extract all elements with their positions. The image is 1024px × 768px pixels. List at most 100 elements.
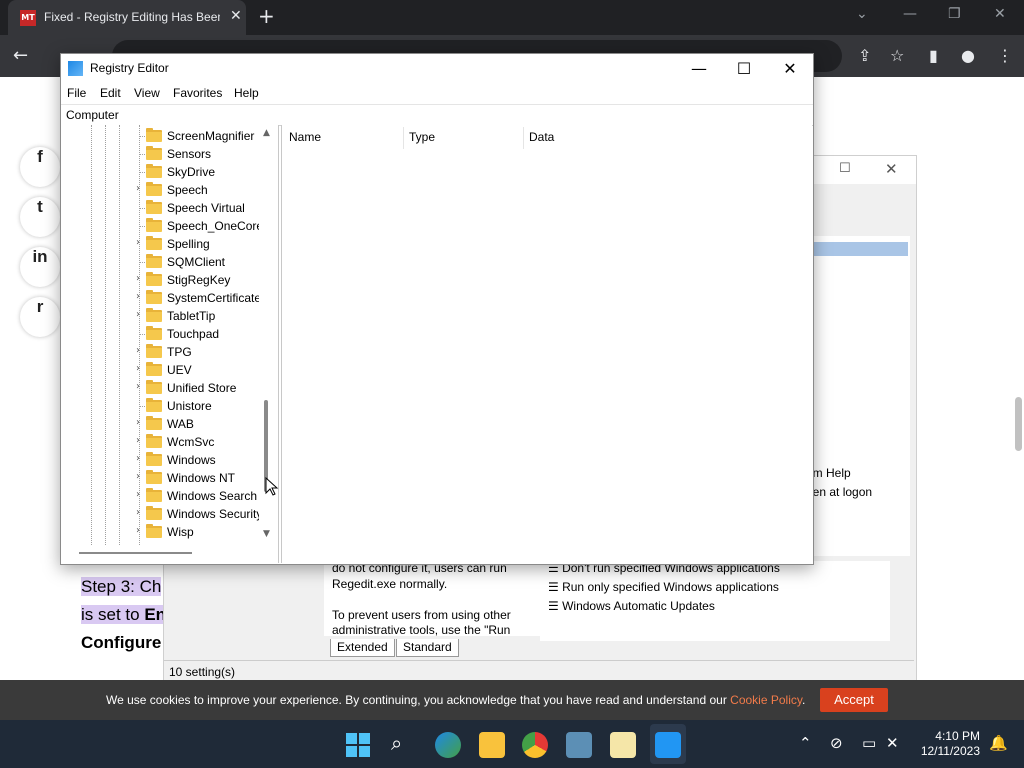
tree-item[interactable]: › StigRegKey — [61, 271, 261, 289]
scroll-up-icon[interactable]: ▲ — [263, 128, 270, 138]
tree-item[interactable]: Speech Virtual — [61, 199, 261, 217]
restore-icon[interactable]: ❐ — [948, 6, 961, 22]
facebook-share-icon[interactable]: f — [20, 147, 60, 187]
tree-horizontal-scrollbar[interactable] — [79, 552, 192, 554]
volume-muted-icon[interactable]: ✕ — [886, 734, 899, 752]
tree-item[interactable]: › Spelling — [61, 235, 261, 253]
twitter-share-icon[interactable]: t — [20, 197, 60, 237]
page-scrollbar-thumb[interactable] — [1015, 397, 1022, 451]
close-icon[interactable]: ✕ — [770, 58, 810, 80]
cookie-policy-link[interactable]: Cookie Policy — [730, 693, 802, 707]
tree-item[interactable]: Touchpad — [61, 325, 261, 343]
show-hidden-icons-chevron-icon[interactable]: ⌃ — [799, 734, 812, 752]
expand-chevron-icon[interactable]: › — [133, 489, 143, 500]
gp-maximize-icon[interactable]: ☐ — [839, 161, 851, 176]
tree-item[interactable]: › Wisp — [61, 523, 261, 541]
expand-chevron-icon[interactable]: › — [133, 345, 143, 356]
registry-address-bar[interactable]: Computer — [61, 104, 813, 126]
share-icon[interactable]: ⇪ — [858, 46, 871, 65]
expand-chevron-icon[interactable]: › — [133, 291, 143, 302]
expand-chevron-icon[interactable]: › — [133, 525, 143, 536]
tree-item[interactable]: › TPG — [61, 343, 261, 361]
column-divider[interactable] — [403, 127, 404, 149]
edge-icon[interactable] — [435, 732, 461, 758]
tree-item[interactable]: › WcmSvc — [61, 433, 261, 451]
minimize-icon[interactable]: — — [903, 6, 917, 22]
expand-chevron-icon[interactable]: › — [133, 237, 143, 248]
menu-favorites[interactable]: Favorites — [173, 86, 222, 100]
group-policy-app-icon[interactable] — [566, 732, 592, 758]
tree-item[interactable]: › WAB — [61, 415, 261, 433]
profile-icon[interactable]: ● — [961, 46, 975, 65]
maximize-icon[interactable]: ☐ — [724, 58, 764, 80]
menu-file[interactable]: File — [67, 86, 86, 100]
expand-chevron-icon[interactable]: › — [133, 417, 143, 428]
expand-chevron-icon[interactable]: › — [133, 273, 143, 284]
file-explorer-icon[interactable] — [479, 732, 505, 758]
expand-chevron-icon[interactable]: › — [133, 507, 143, 518]
notepad-icon[interactable] — [610, 732, 636, 758]
display-icon[interactable]: ▭ — [862, 734, 876, 752]
expand-chevron-icon[interactable]: › — [133, 183, 143, 194]
system-clock[interactable]: 4:10 PM 12/11/2023 — [918, 729, 980, 759]
expand-chevron-icon[interactable]: › — [133, 309, 143, 320]
browser-tab[interactable]: MT Fixed - Registry Editing Has Been Dis… — [8, 0, 246, 35]
side-panel-icon[interactable]: ▮ — [929, 46, 938, 65]
tree-item[interactable]: › UEV — [61, 361, 261, 379]
close-tab-icon[interactable]: ✕ — [230, 8, 242, 24]
tree-item[interactable]: › Windows NT — [61, 469, 261, 487]
tab-extended[interactable]: Extended — [330, 639, 395, 657]
expand-chevron-icon[interactable]: › — [133, 453, 143, 464]
folder-icon — [146, 416, 162, 430]
tree-item[interactable]: › Windows Search — [61, 487, 261, 505]
list-item[interactable]: ☰ Run only specified Windows application… — [548, 580, 779, 594]
registry-values-pane[interactable]: Name Type Data — [281, 125, 812, 563]
column-header-type[interactable]: Type — [409, 130, 435, 144]
chrome-icon[interactable] — [522, 732, 548, 758]
scroll-down-icon[interactable]: ▼ — [263, 529, 270, 539]
expand-chevron-icon[interactable]: › — [133, 435, 143, 446]
new-tab-button[interactable]: + — [258, 4, 275, 28]
network-icon[interactable]: ⊘ — [830, 734, 843, 752]
tree-item[interactable]: SkyDrive — [61, 163, 261, 181]
menu-help[interactable]: Help — [234, 86, 259, 100]
regedit-titlebar[interactable]: Registry Editor — ☐ ✕ — [61, 54, 813, 83]
column-divider[interactable] — [523, 127, 524, 149]
minimize-icon[interactable]: — — [679, 58, 719, 80]
notification-bell-icon[interactable]: 🔔 — [989, 734, 1008, 752]
reddit-share-icon[interactable]: r — [20, 297, 60, 337]
list-item[interactable]: ☰ Windows Automatic Updates — [548, 599, 715, 613]
expand-chevron-icon[interactable]: › — [133, 381, 143, 392]
gp-close-icon[interactable]: ✕ — [885, 160, 898, 178]
tree-item[interactable]: › SystemCertificates — [61, 289, 267, 307]
tree-item[interactable]: ScreenMagnifier — [61, 127, 261, 145]
tree-item-label: WAB — [167, 417, 194, 431]
windows-start-icon[interactable] — [346, 733, 370, 757]
expand-chevron-icon[interactable]: › — [133, 363, 143, 374]
menu-view[interactable]: View — [134, 86, 160, 100]
close-window-icon[interactable]: ✕ — [994, 6, 1006, 22]
back-icon[interactable]: ← — [13, 45, 28, 66]
tree-item[interactable]: › Windows Security — [61, 505, 262, 523]
tab-search-icon[interactable]: ⌄ — [856, 6, 868, 22]
tree-item[interactable]: › Unified Store — [61, 379, 261, 397]
tree-item[interactable]: › Speech — [61, 181, 261, 199]
tree-item[interactable]: Sensors — [61, 145, 261, 163]
expand-chevron-icon[interactable]: › — [133, 471, 143, 482]
tree-item[interactable]: › Windows — [61, 451, 261, 469]
linkedin-share-icon[interactable]: in — [20, 247, 60, 287]
tree-item[interactable]: › TabletTip — [61, 307, 261, 325]
bookmark-star-icon[interactable]: ☆ — [890, 46, 904, 65]
tab-standard[interactable]: Standard — [396, 639, 459, 657]
tree-item[interactable]: Speech_OneCore — [61, 217, 263, 235]
tree-item[interactable]: SQMClient — [61, 253, 261, 271]
column-header-data[interactable]: Data — [529, 130, 554, 144]
accept-cookies-button[interactable]: Accept — [820, 688, 888, 712]
menu-edit[interactable]: Edit — [100, 86, 121, 100]
registry-editor-taskbar-icon[interactable] — [655, 732, 681, 758]
column-header-name[interactable]: Name — [289, 130, 321, 144]
gp-selected-row[interactable] — [812, 242, 908, 256]
menu-kebab-icon[interactable]: ⋮ — [997, 46, 1013, 65]
search-icon[interactable]: ⌕ — [391, 731, 402, 755]
tree-item[interactable]: Unistore — [61, 397, 261, 415]
